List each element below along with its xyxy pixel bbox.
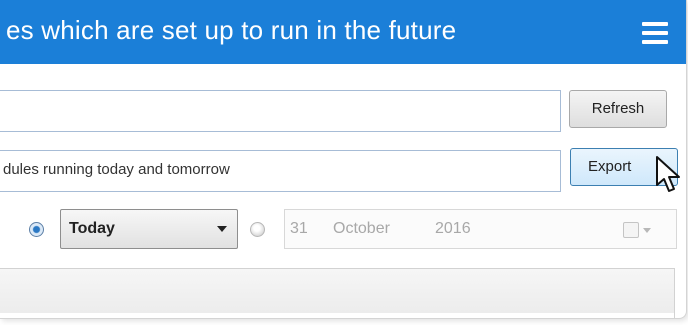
title-bar: es which are set up to run in the future: [0, 0, 686, 64]
day-select[interactable]: Today: [60, 209, 238, 249]
calendar-dropdown-icon[interactable]: [643, 228, 651, 233]
date-day: 31: [290, 220, 308, 237]
chevron-down-icon: [217, 226, 227, 232]
schedule-window: es which are set up to run in the future…: [0, 0, 687, 319]
date-month: October: [333, 220, 390, 237]
refresh-button[interactable]: Refresh: [569, 90, 667, 128]
mouse-pointer-icon: [656, 156, 680, 192]
day-select-value: Today: [69, 220, 115, 237]
hamburger-menu-icon[interactable]: [642, 20, 672, 46]
window-title: es which are set up to run in the future: [6, 15, 457, 45]
date-year: 2016: [435, 220, 471, 237]
description-field[interactable]: dules running today and tomorrow: [0, 150, 561, 192]
date-radio[interactable]: [250, 222, 265, 237]
today-radio[interactable]: [29, 222, 44, 237]
grid-body: [0, 313, 675, 318]
grid-header: [0, 268, 675, 314]
search-input[interactable]: [0, 90, 561, 132]
date-picker[interactable]: 31 October 2016: [284, 209, 677, 249]
checkbox-icon[interactable]: [623, 222, 639, 238]
